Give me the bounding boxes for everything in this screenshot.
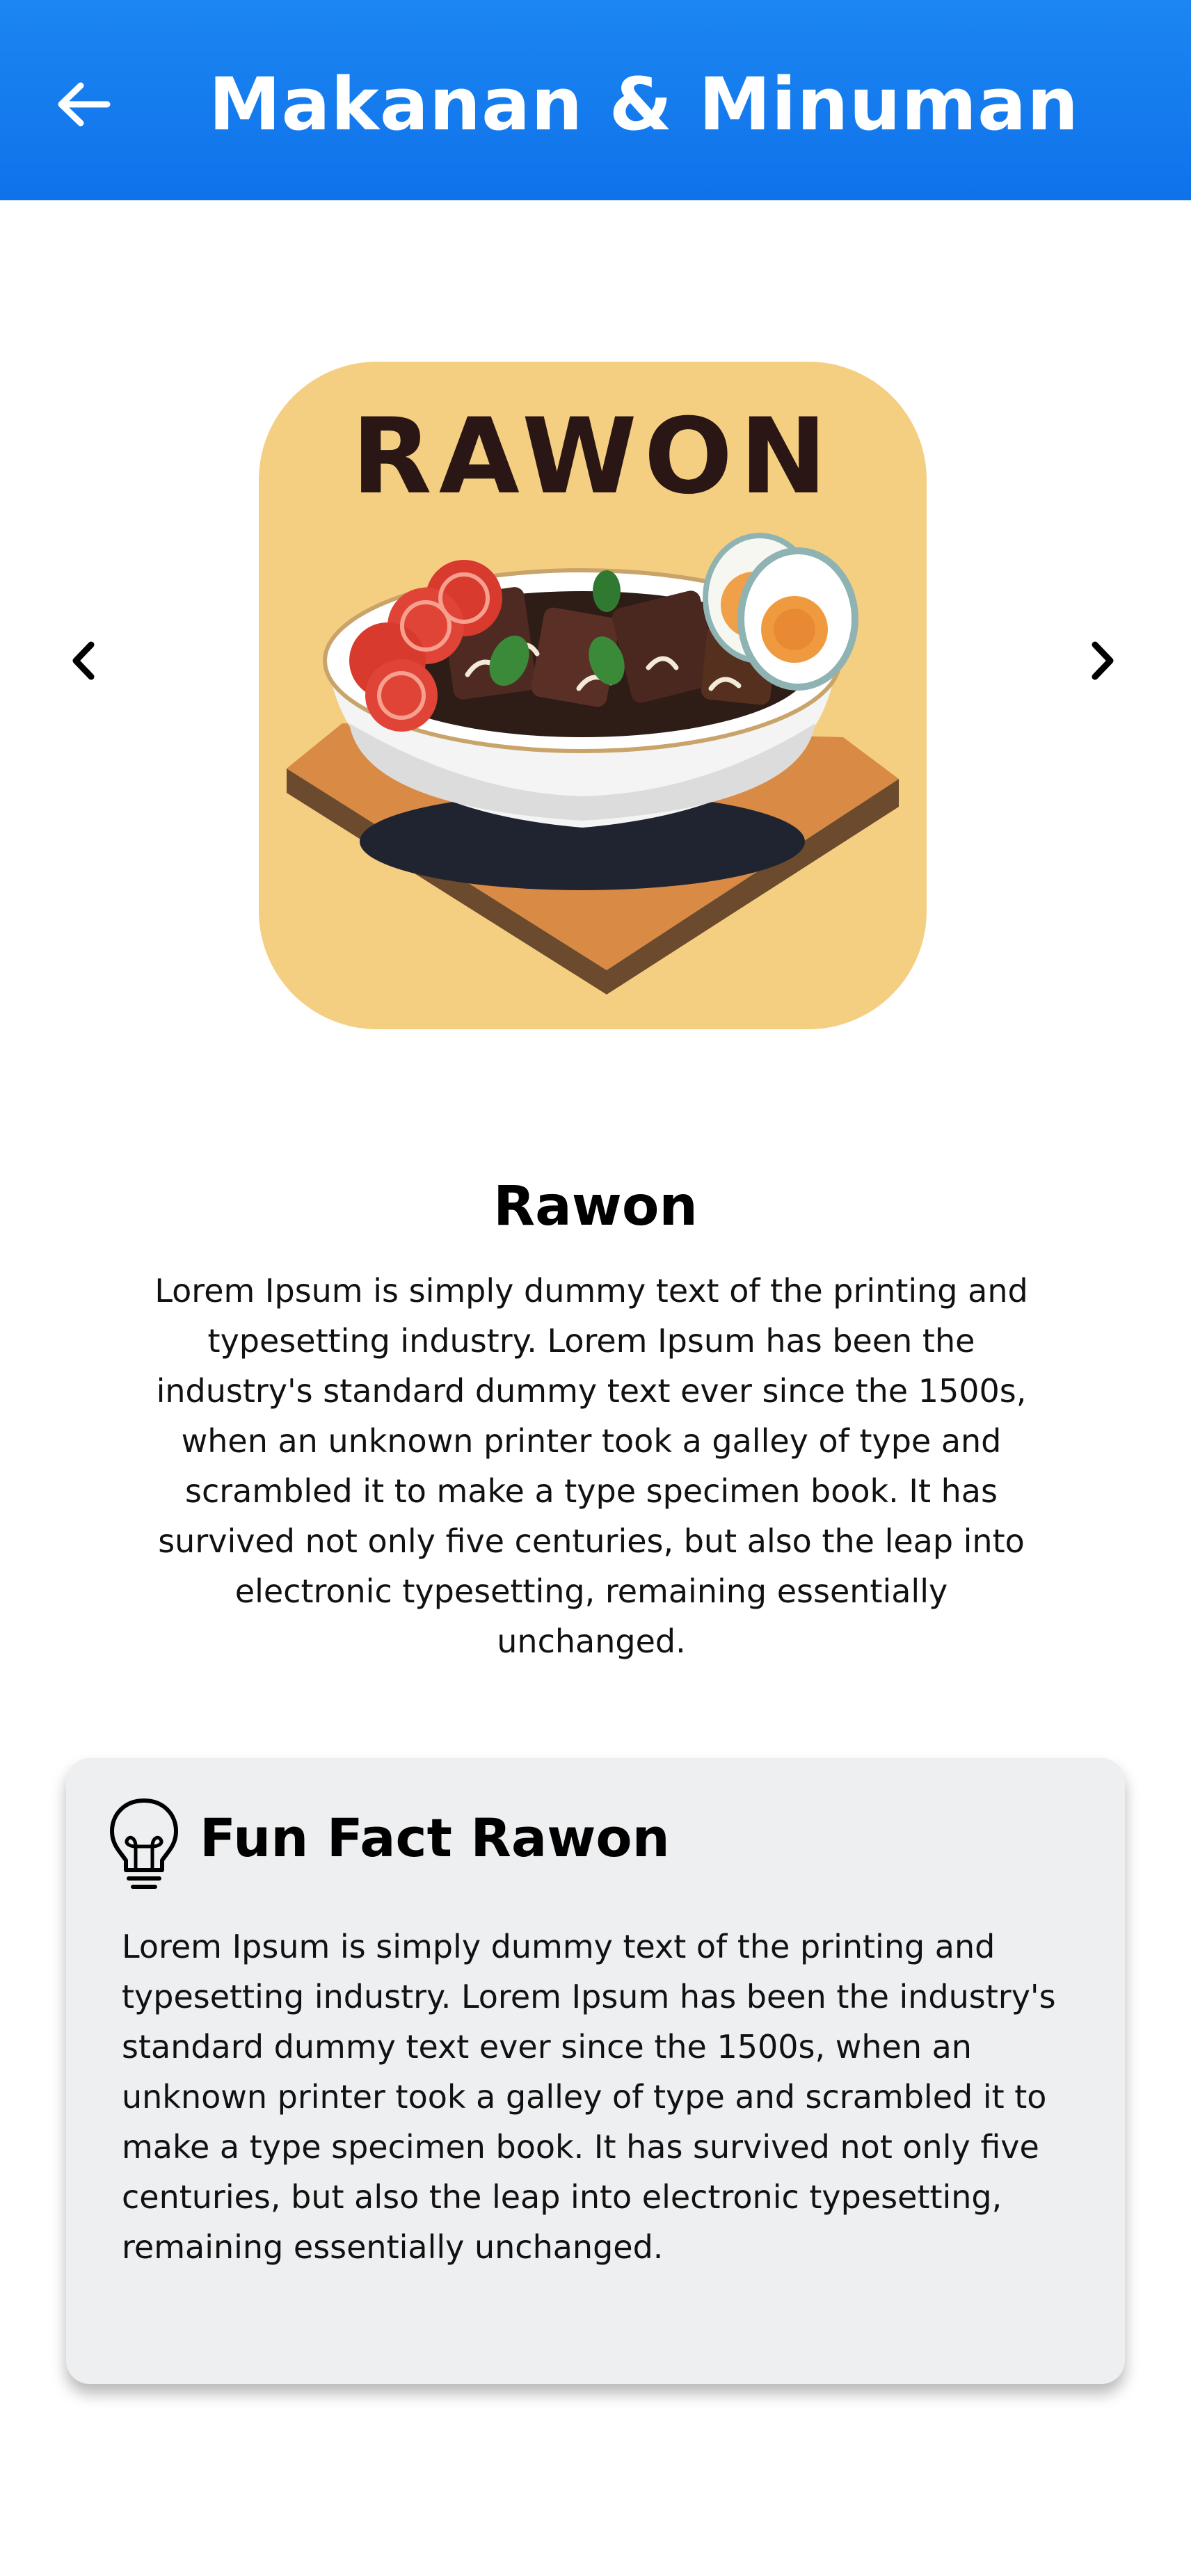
page-title: Makanan & Minuman <box>209 62 1080 147</box>
arrow-left-icon <box>58 82 111 127</box>
carousel-prev-button[interactable] <box>49 619 118 702</box>
lightbulb-icon <box>110 1798 178 1889</box>
chevron-left-icon <box>72 641 95 680</box>
back-button[interactable] <box>42 63 125 146</box>
food-image: RAWON <box>259 362 927 1029</box>
food-name: Rawon <box>493 1175 698 1238</box>
app-bar: Makanan & Minuman <box>0 0 1191 200</box>
carousel-next-button[interactable] <box>1068 619 1137 702</box>
fun-fact-title: Fun Fact Rawon <box>200 1807 670 1869</box>
food-description: Lorem Ipsum is simply dummy text of the … <box>154 1272 1028 1660</box>
chevron-right-icon <box>1092 641 1114 680</box>
rawon-bowl-illustration <box>287 533 899 995</box>
fun-fact-text: Lorem Ipsum is simply dummy text of the … <box>122 1928 1056 2266</box>
fun-fact-card: Fun Fact Rawon Lorem Ipsum is simply dum… <box>66 1758 1125 2384</box>
